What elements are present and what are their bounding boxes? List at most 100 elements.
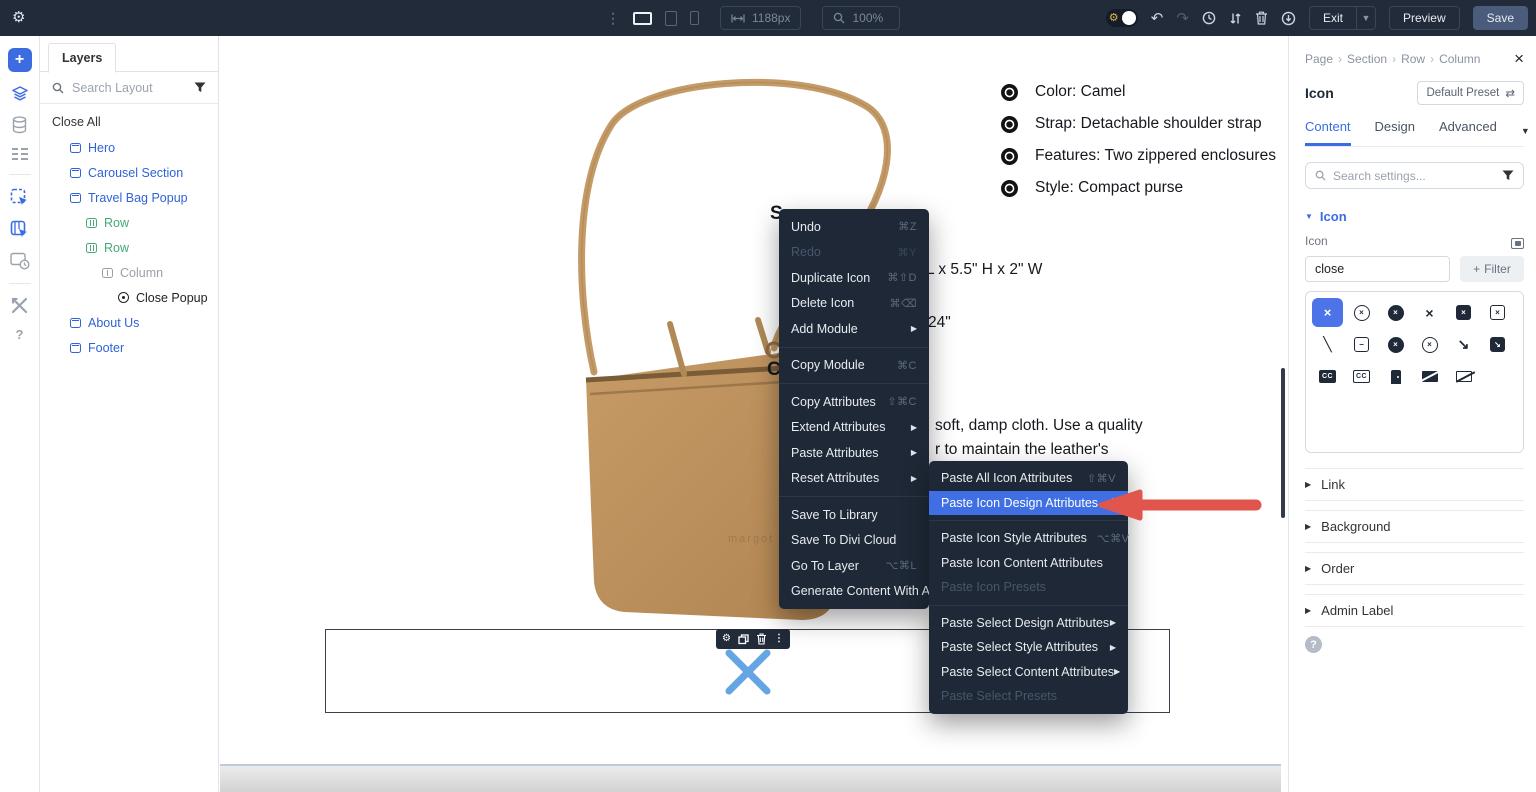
icon-section-header[interactable]: ▼ Icon (1305, 209, 1524, 224)
breadcrumb-item[interactable]: Column (1439, 52, 1490, 66)
tablet-view-icon[interactable] (665, 11, 677, 26)
menu-item[interactable]: Copy Attributes ⇧⌘C ▶ (779, 389, 929, 415)
trash-icon[interactable] (1255, 11, 1268, 25)
tabs-dropdown-caret[interactable]: ▼ (1521, 126, 1530, 136)
menu-item[interactable]: Reset Attributes ▶ (779, 466, 929, 492)
submenu-item[interactable]: Paste Icon Presets ▶ (929, 575, 1128, 600)
menu-item[interactable]: Redo ⌘Y ▶ (779, 240, 929, 266)
close-panel-icon[interactable]: × (1514, 50, 1524, 67)
desktop-view-icon[interactable] (633, 12, 652, 25)
settings-section-row[interactable]: ▶ Link (1305, 468, 1524, 501)
layer-tree-item[interactable]: Row (40, 235, 218, 260)
icon-grid-cell[interactable] (1380, 362, 1411, 391)
page-settings-history-icon[interactable] (10, 252, 30, 270)
module-more-options-icon[interactable]: ⋮ (774, 634, 784, 644)
layers-search-input[interactable] (72, 81, 186, 95)
ai-assist-toggle[interactable]: ⚙ (1106, 9, 1138, 27)
settings-section-row[interactable]: ▶ Order (1305, 552, 1524, 585)
menu-item[interactable]: Go To Layer ⌥⌘L ▶ (779, 553, 929, 579)
canvas-scrollbar[interactable] (1281, 368, 1285, 518)
layer-tree-item[interactable]: Close Popup (40, 285, 218, 310)
filter-funnel-icon[interactable] (1502, 170, 1514, 181)
icon-grid-cell[interactable]: × (1414, 330, 1445, 359)
layer-tree-item[interactable]: Hero (40, 135, 218, 160)
panel-help-icon[interactable]: ? (1305, 636, 1322, 653)
module-settings-gear-icon[interactable]: ⚙ (722, 634, 731, 644)
icon-grid-cell[interactable] (1448, 362, 1479, 391)
icon-grid-cell[interactable]: × (1380, 298, 1411, 327)
help-icon[interactable]: ? (16, 327, 24, 342)
icon-grid-cell[interactable]: CC (1312, 362, 1343, 391)
menu-item[interactable]: Paste Attributes ▶ (779, 440, 929, 466)
layer-tree-item[interactable]: Row (40, 210, 218, 235)
icon-grid-cell[interactable]: ╲ (1312, 330, 1343, 359)
module-duplicate-icon[interactable] (738, 634, 749, 645)
exit-dropdown-caret[interactable]: ▼ (1356, 6, 1376, 30)
icon-grid-cell[interactable]: CC (1346, 362, 1377, 391)
undo-icon[interactable]: ↶ (1151, 11, 1164, 26)
icon-grid-cell[interactable]: ↘ (1448, 330, 1479, 359)
icon-grid-cell[interactable] (1414, 362, 1445, 391)
page-settings-gear-icon[interactable]: ⚙ (12, 9, 25, 27)
portability-icon[interactable] (1281, 11, 1296, 26)
settings-tab[interactable]: Design (1375, 119, 1415, 146)
canvas-zoom-field[interactable]: 100% (822, 6, 900, 30)
preview-button[interactable]: Preview (1389, 6, 1460, 30)
icon-grid-cell[interactable]: × (1380, 330, 1411, 359)
settings-tab[interactable]: Content (1305, 119, 1351, 146)
submenu-item[interactable]: Paste Select Style Attributes ▶ (929, 635, 1128, 660)
insert-row-icon[interactable] (10, 220, 29, 239)
close-all-link[interactable]: Close All (40, 104, 218, 135)
menu-item[interactable]: Undo ⌘Z ▶ (779, 214, 929, 240)
menu-item[interactable]: Extend Attributes ▶ (779, 415, 929, 441)
settings-tab[interactable]: Advanced (1439, 119, 1497, 146)
settings-section-row[interactable]: ▶ Admin Label (1305, 594, 1524, 627)
icon-grid-cell[interactable]: ↘ (1482, 330, 1513, 359)
breadcrumb-item[interactable]: Section (1347, 52, 1401, 66)
layer-tree-item[interactable]: About Us (40, 310, 218, 335)
menu-item[interactable]: Save To Divi Cloud ▶ (779, 528, 929, 554)
exit-button[interactable]: Exit (1309, 6, 1356, 30)
submenu-item[interactable]: Paste Select Presets ▶ (929, 684, 1128, 709)
layer-tree-item[interactable]: Travel Bag Popup (40, 185, 218, 210)
insert-module-icon[interactable] (10, 188, 29, 207)
submenu-item[interactable]: Paste Icon Content Attributes ▶ (929, 551, 1128, 576)
default-preset-button[interactable]: Default Preset ⇄ (1417, 81, 1524, 105)
responsive-options-icon[interactable] (1511, 238, 1524, 249)
menu-item[interactable]: Add Module ▶ (779, 316, 929, 342)
icon-search-input[interactable] (1305, 256, 1450, 282)
icon-filter-button[interactable]: + Filter (1460, 256, 1524, 282)
developer-tools-icon[interactable] (11, 297, 28, 314)
save-button[interactable]: Save (1473, 6, 1528, 30)
layer-tree-item[interactable]: Carousel Section (40, 160, 218, 185)
menu-item[interactable]: Duplicate Icon ⌘⇧D ▶ (779, 265, 929, 291)
layer-tree-item[interactable]: Column (40, 260, 218, 285)
filter-funnel-icon[interactable] (194, 82, 206, 93)
add-module-plus-button[interactable]: + (8, 48, 32, 72)
settings-search-input[interactable] (1333, 169, 1495, 183)
toolbar-drag-handle-icon[interactable]: ⋮ (606, 10, 620, 27)
icon-grid-cell[interactable]: × (1448, 298, 1479, 327)
submenu-item[interactable]: Paste All Icon Attributes ⇧⌘V ▶ (929, 466, 1128, 491)
phone-view-icon[interactable] (690, 11, 699, 25)
menu-item[interactable]: Copy Module ⌘C ▶ (779, 353, 929, 379)
canvas-width-field[interactable]: 1188px (720, 6, 801, 30)
menu-item[interactable]: Delete Icon ⌘⌫ ▶ (779, 291, 929, 317)
submenu-item[interactable]: Paste Select Content Attributes ▶ (929, 660, 1128, 685)
submenu-item[interactable]: Paste Select Design Attributes ▶ (929, 611, 1128, 636)
breadcrumb-item[interactable]: Page (1305, 52, 1347, 66)
sort-layers-icon[interactable] (1229, 12, 1242, 25)
module-delete-trash-icon[interactable] (756, 633, 767, 645)
database-icon[interactable] (11, 116, 28, 134)
menu-item[interactable]: Save To Library ▶ (779, 502, 929, 528)
breadcrumb-item[interactable]: Row (1401, 52, 1439, 66)
icon-grid-cell[interactable]: × (1414, 298, 1445, 327)
layer-tree-item[interactable]: Footer (40, 335, 218, 360)
history-icon[interactable] (1202, 11, 1216, 25)
tab-layers[interactable]: Layers (48, 43, 116, 73)
settings-section-row[interactable]: ▶ Background (1305, 510, 1524, 543)
close-popup-icon-module[interactable] (721, 645, 775, 699)
submenu-item[interactable]: Paste Icon Style Attributes ⌥⌘V ▶ (929, 526, 1128, 551)
menu-item[interactable]: Generate Content With AI ▶ (779, 579, 929, 605)
icon-grid-cell[interactable]: − (1346, 330, 1377, 359)
